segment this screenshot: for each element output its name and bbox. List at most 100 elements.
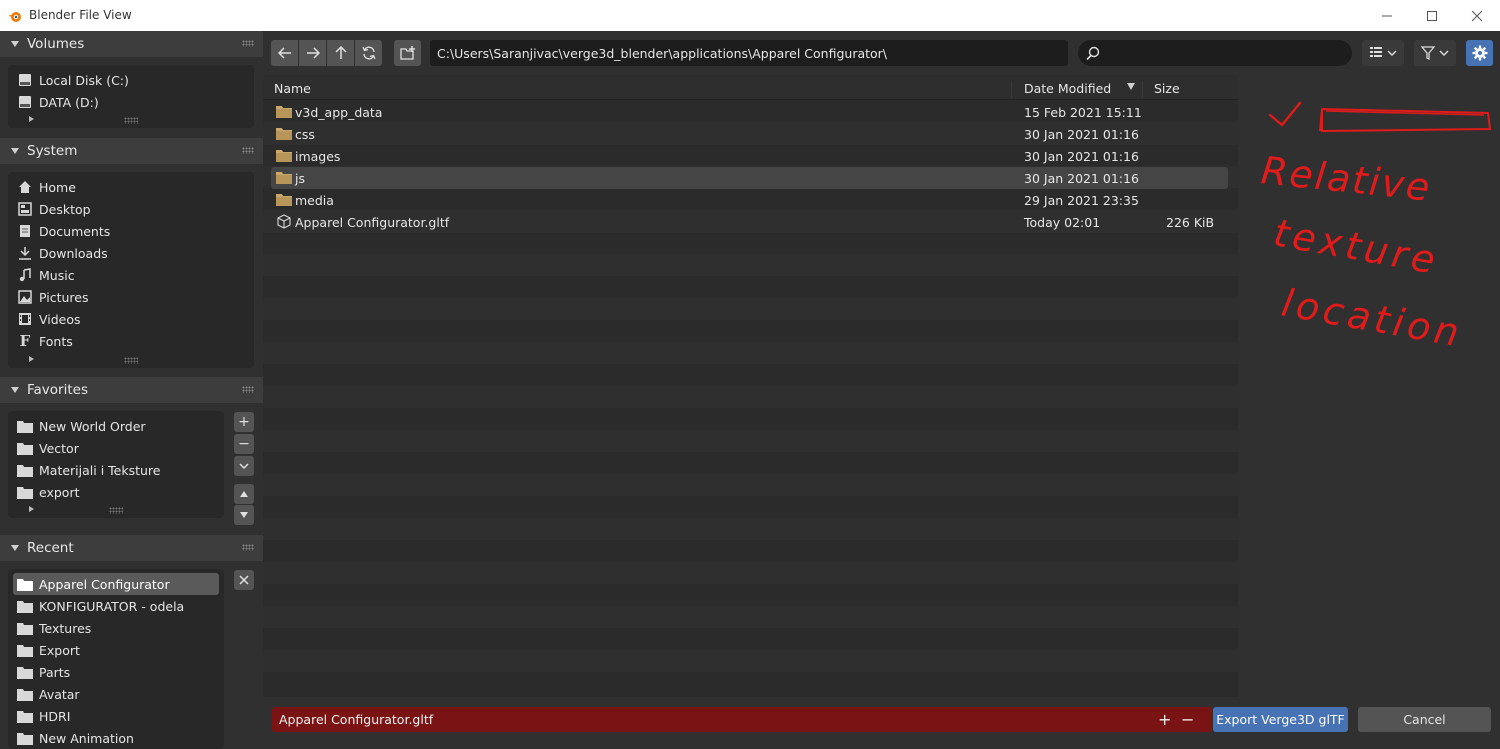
cancel-button[interactable]: Cancel [1358, 707, 1491, 732]
recent-label: Export [39, 642, 80, 658]
system-item-fonts[interactable]: F Fonts [8, 330, 254, 352]
file-row[interactable]: v3d_app_data 15 Feb 2021 15:11 [263, 101, 1238, 123]
filter-button[interactable] [1414, 40, 1456, 66]
display-mode-button[interactable] [1362, 40, 1404, 66]
collapse-triangle-icon [11, 545, 19, 551]
filter-icon [1421, 46, 1449, 60]
system-item-label: Home [39, 179, 76, 195]
resize-grip-icon[interactable] [124, 117, 138, 124]
annotation-line-1: Relative [1259, 148, 1434, 210]
add-favorite-button[interactable]: + [234, 412, 254, 432]
export-button[interactable]: Export Verge3D glTF [1213, 707, 1348, 732]
column-separator[interactable] [1142, 81, 1143, 98]
expand-arrow-icon[interactable] [29, 116, 34, 122]
resize-grip-icon[interactable] [124, 357, 138, 364]
recent-label: Apparel Configurator [39, 576, 170, 592]
file-row[interactable]: css 30 Jan 2021 01:16 [263, 123, 1238, 145]
clear-recent-button[interactable] [234, 570, 254, 590]
favorite-item[interactable]: Materijali i Teksture [8, 459, 224, 481]
move-down-button[interactable] [234, 505, 254, 525]
forward-button[interactable] [299, 40, 326, 66]
recent-item-selected[interactable]: Apparel Configurator [13, 573, 219, 595]
resize-grip-icon[interactable] [109, 507, 123, 514]
bottom-bar: Apparel Configurator.gltf + − Export Ver… [263, 697, 1500, 742]
recent-item[interactable]: Export [8, 639, 224, 661]
expand-arrow-icon[interactable] [29, 356, 34, 362]
directory-path-input[interactable]: C:\Users\Saranjivac\verge3d_blender\appl… [430, 40, 1068, 66]
close-window-button[interactable] [1454, 0, 1500, 31]
chevron-down-icon [239, 463, 249, 470]
arrow-up-icon [240, 491, 248, 497]
arrow-right-icon [306, 47, 320, 59]
drag-grip-icon[interactable] [242, 40, 254, 47]
fonts-icon: F [19, 332, 31, 350]
file-row[interactable]: Apparel Configurator.gltf Today 02:01 22… [263, 211, 1238, 233]
file-date: 30 Jan 2021 01:16 [1024, 127, 1139, 142]
recent-item[interactable]: HDRI [8, 705, 224, 727]
back-button[interactable] [271, 40, 298, 66]
refresh-button[interactable] [355, 40, 382, 66]
file-row[interactable]: images 30 Jan 2021 01:16 [263, 145, 1238, 167]
folder-icon [276, 194, 292, 206]
folder-icon [17, 598, 33, 614]
pictures-icon [17, 289, 33, 305]
window-titlebar: Blender File View [0, 0, 1500, 31]
column-separator[interactable] [1011, 81, 1012, 98]
new-directory-button[interactable] [394, 40, 421, 66]
favorite-item[interactable]: New World Order [8, 415, 224, 437]
move-up-button[interactable] [234, 484, 254, 504]
file-row[interactable]: media 29 Jan 2021 23:35 [263, 189, 1238, 211]
row-stripe [263, 386, 1238, 408]
drag-grip-icon[interactable] [242, 386, 254, 393]
recent-item[interactable]: KONFIGURATOR - odela [8, 595, 224, 617]
volume-item-d[interactable]: DATA (D:) [8, 91, 254, 113]
system-item-music[interactable]: Music [8, 264, 254, 286]
drag-grip-icon[interactable] [242, 147, 254, 154]
column-name-header[interactable]: Name [274, 81, 311, 96]
decrement-button[interactable]: − [1181, 710, 1194, 729]
remove-favorite-button[interactable]: − [234, 434, 254, 454]
system-item-videos[interactable]: Videos [8, 308, 254, 330]
recent-item[interactable]: Avatar [8, 683, 224, 705]
maximize-button[interactable] [1409, 0, 1455, 31]
favorites-header[interactable]: Favorites [0, 377, 263, 403]
recent-label: KONFIGURATOR - odela [39, 598, 185, 614]
increment-button[interactable]: + [1158, 710, 1171, 729]
folder-icon [17, 440, 33, 456]
volume-label: Local Disk (C:) [39, 72, 129, 88]
system-item-label: Music [39, 267, 75, 283]
recent-item[interactable]: New Animation [8, 727, 224, 749]
expand-arrow-icon[interactable] [29, 506, 34, 512]
system-item-pictures[interactable]: Pictures [8, 286, 254, 308]
folder-icon [276, 128, 292, 140]
drag-grip-icon[interactable] [242, 544, 254, 551]
system-item-documents[interactable]: Documents [8, 220, 254, 242]
favorites-menu-button[interactable] [234, 456, 254, 476]
volume-item-c[interactable]: Local Disk (C:) [8, 69, 254, 91]
column-date-header[interactable]: Date Modified [1024, 81, 1111, 96]
arrow-left-icon [277, 47, 291, 59]
favorite-label: New World Order [39, 418, 146, 434]
recent-item[interactable]: Parts [8, 661, 224, 683]
system-item-desktop[interactable]: Desktop [8, 198, 254, 220]
file-browser-toolbar: C:\Users\Saranjivac\verge3d_blender\appl… [263, 31, 1500, 75]
file-row-highlighted[interactable]: js 30 Jan 2021 01:16 [271, 167, 1228, 189]
filename-input[interactable]: Apparel Configurator.gltf + − [272, 707, 1212, 732]
recent-header[interactable]: Recent [0, 535, 263, 561]
minimize-button[interactable] [1364, 0, 1410, 31]
favorite-item[interactable]: Vector [8, 437, 224, 459]
system-header[interactable]: System [0, 138, 263, 164]
favorite-item[interactable]: export [8, 481, 224, 503]
folder-icon [17, 576, 33, 592]
search-input[interactable] [1078, 40, 1352, 66]
settings-toggle-button[interactable] [1466, 40, 1493, 66]
file-name: images [295, 149, 341, 164]
system-item-downloads[interactable]: Downloads [8, 242, 254, 264]
system-item-home[interactable]: Home [8, 176, 254, 198]
parent-directory-button[interactable] [327, 40, 354, 66]
recent-item[interactable]: Textures [8, 617, 224, 639]
maximize-icon [1427, 10, 1437, 21]
column-size-header[interactable]: Size [1154, 81, 1180, 96]
volumes-header[interactable]: Volumes [0, 31, 263, 57]
recent-label: New Animation [39, 730, 134, 746]
